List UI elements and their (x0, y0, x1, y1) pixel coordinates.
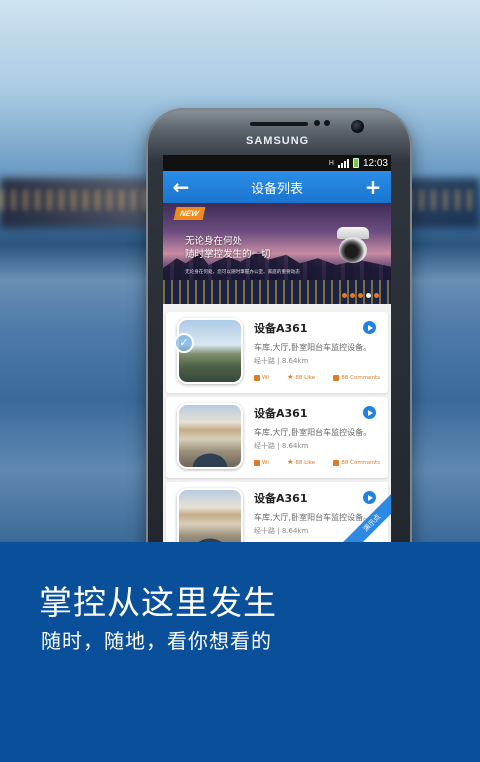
wifi-icon (254, 459, 260, 466)
banner-headline-line1: 无论身在何处 (185, 236, 243, 247)
sensor-dot (314, 120, 320, 126)
device-distance: 经十路 | 8.64km (254, 527, 309, 535)
banner-subline: 无论身在何处，您可以随时掌握办公室、家庭的重要动态 (185, 270, 300, 275)
phone-brand: SAMSUNG (246, 135, 310, 147)
device-list: ✓ 设备A361 车库,大厅,卧室阳台车监控设备。 经十路 | 8.64km W… (163, 304, 391, 542)
add-plus-icon[interactable]: + (364, 177, 382, 197)
play-icon[interactable] (363, 321, 376, 334)
page-dot[interactable] (342, 293, 347, 298)
wifi-icon (254, 374, 260, 381)
device-thumbnail (177, 403, 243, 469)
new-badge: NEW (173, 207, 206, 220)
device-meta: Wi ★ 88 Like 88 Comments (254, 459, 380, 466)
battery-icon (352, 158, 359, 168)
page-dot[interactable] (350, 293, 355, 298)
device-distance: 经十路 | 8.64km (254, 357, 309, 365)
security-camera-icon (333, 227, 373, 265)
comment-icon (333, 374, 340, 381)
play-icon[interactable] (363, 406, 376, 419)
device-thumbnail (177, 488, 243, 542)
device-location: 车库,大厅,卧室阳台车监控设备。 (254, 513, 372, 522)
banner-headline-line2: 随时掌控发生的一切 (185, 249, 271, 260)
wifi-meta: Wi (254, 459, 269, 466)
banner-water (163, 280, 391, 304)
comment-meta[interactable]: 88 Comments (333, 374, 380, 381)
earpiece (250, 122, 308, 126)
device-location: 车库,大厅,卧室阳台车监控设备。 (254, 428, 372, 437)
checkmark-icon[interactable]: ✓ (174, 333, 194, 353)
star-icon: ★ (287, 458, 294, 466)
list-item[interactable]: 设备A361 车库,大厅,卧室阳台车监控设备。 经十路 | 8.64km Wi … (166, 397, 388, 478)
device-distance: 经十路 | 8.64km (254, 442, 309, 450)
sensor-dot (324, 120, 330, 126)
page-dot[interactable] (374, 293, 379, 298)
wifi-meta: Wi (254, 374, 269, 381)
signal-icon (337, 158, 349, 168)
page-title: 设备列表 (250, 181, 303, 197)
footer-panel: 掌控从这里发生 随时，随地，看你想看的 (0, 542, 480, 762)
footer-heading: 掌控从这里发生 (39, 583, 277, 622)
page-dot-active[interactable] (366, 293, 371, 298)
app-titlebar: ← 设备列表 + (163, 171, 391, 203)
star-icon: ★ (287, 373, 294, 381)
status-time: 12:03 (362, 157, 388, 169)
promo-banner[interactable]: NEW 无论身在何处 随时掌控发生的一切 无论身在何处，您可以随时掌握办公室、家… (163, 203, 391, 304)
comment-meta[interactable]: 88 Comments (333, 459, 380, 466)
device-name: 设备A361 (254, 492, 308, 505)
back-arrow-icon[interactable]: ← (172, 177, 190, 197)
network-type: H (328, 159, 334, 167)
play-icon[interactable] (363, 491, 376, 504)
page-dot[interactable] (358, 293, 363, 298)
device-name: 设备A361 (254, 407, 308, 420)
banner-headline: 无论身在何处 随时掌控发生的一切 (185, 235, 271, 261)
like-meta[interactable]: ★ 88 Like (287, 459, 315, 466)
status-bar: H 12:03 (163, 155, 391, 171)
comment-icon (333, 459, 340, 466)
device-location: 车库,大厅,卧室阳台车监控设备。 (254, 343, 372, 352)
list-item[interactable]: ✓ 设备A361 车库,大厅,卧室阳台车监控设备。 经十路 | 8.64km W… (166, 312, 388, 393)
front-camera (351, 120, 364, 133)
footer-subheading: 随时，随地，看你想看的 (41, 629, 272, 653)
phone-screen: H 12:03 ← 设备列表 + NEW 无论身在何处 随时掌控发生的一切 无论… (163, 155, 391, 542)
like-meta[interactable]: ★ 88 Like (287, 374, 315, 381)
banner-page-indicator (342, 293, 379, 298)
device-name: 设备A361 (254, 322, 308, 335)
device-meta: Wi ★ 88 Like 88 Comments (254, 374, 380, 381)
